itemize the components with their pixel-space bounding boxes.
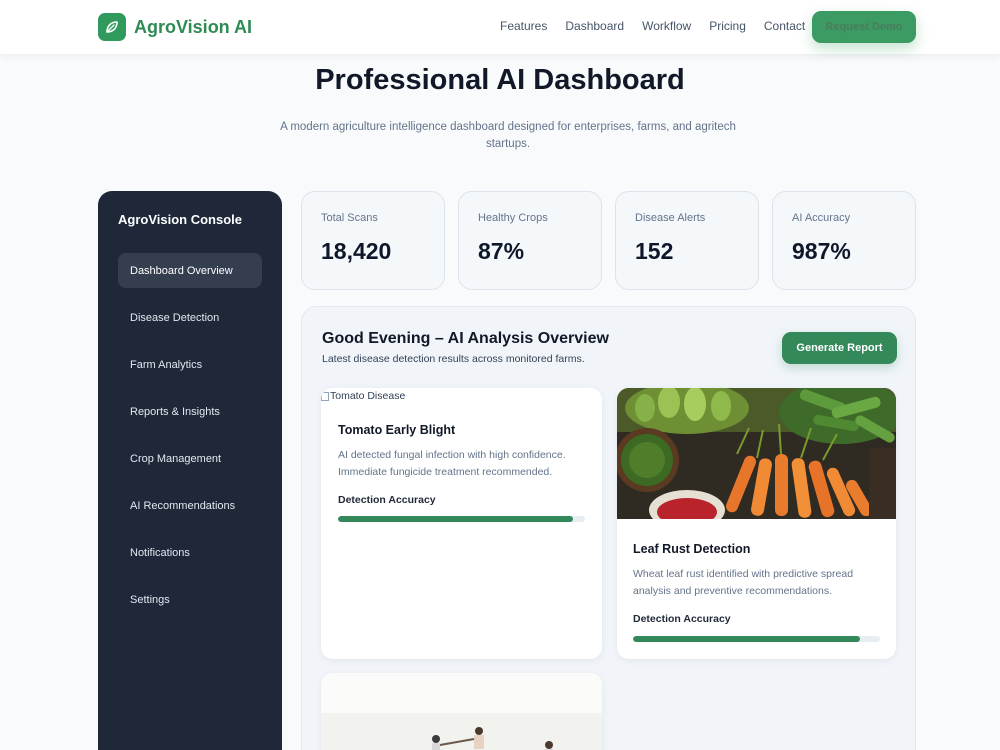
- accuracy-label: Detection Accuracy: [633, 613, 731, 625]
- broken-image-placeholder: Tomato Disease: [321, 390, 405, 402]
- stat-value: 152: [635, 238, 674, 264]
- nav-workflow[interactable]: Workflow: [642, 19, 691, 33]
- sidebar-item-crop-management[interactable]: Crop Management: [118, 441, 262, 476]
- stat-label: Disease Alerts: [635, 212, 706, 224]
- console-sidebar: AgroVision Console Dashboard Overview Di…: [98, 191, 282, 750]
- stat-value: 987%: [792, 238, 851, 264]
- sidebar-item-notifications[interactable]: Notifications: [118, 535, 262, 570]
- accuracy-bar: [338, 516, 585, 522]
- page-subtitle: A modern agriculture intelligence dashbo…: [280, 121, 736, 150]
- nav-features[interactable]: Features: [500, 19, 547, 33]
- accuracy-label: Detection Accuracy: [338, 494, 436, 506]
- accuracy-bar-fill: [338, 516, 573, 522]
- card-title: Tomato Early Blight: [338, 423, 456, 437]
- generate-report-button[interactable]: Generate Report: [782, 332, 897, 364]
- detection-card-leaf-rust[interactable]: Leaf Rust Detection Wheat leaf rust iden…: [617, 388, 896, 659]
- card-title: Leaf Rust Detection: [633, 542, 751, 556]
- stat-card-healthy-crops: Healthy Crops 87%: [458, 191, 602, 290]
- stat-card-ai-accuracy: AI Accuracy 987%: [772, 191, 916, 290]
- broken-image-icon: [321, 391, 329, 401]
- panel-title: Good Evening – AI Analysis Overview: [322, 330, 609, 347]
- stat-label: Healthy Crops: [478, 212, 548, 224]
- brand-logo[interactable]: AgroVision AI: [98, 12, 252, 42]
- sidebar-item-ai-recommendations[interactable]: AI Recommendations: [118, 488, 262, 523]
- card-description: AI detected fungal infection with high c…: [338, 449, 566, 478]
- sidebar-item-settings[interactable]: Settings: [118, 582, 262, 617]
- stat-label: AI Accuracy: [792, 212, 851, 224]
- analysis-overview-panel: Good Evening – AI Analysis Overview Late…: [301, 306, 916, 750]
- detection-card-tomato[interactable]: Tomato Disease Tomato Early Blight AI de…: [321, 388, 602, 659]
- leaf-icon: [98, 13, 126, 41]
- accuracy-bar: [633, 636, 880, 642]
- brand-name: AgroVision AI: [134, 16, 253, 37]
- stat-card-disease-alerts: Disease Alerts 152: [615, 191, 759, 290]
- card-description: Wheat leaf rust identified with predicti…: [633, 568, 854, 597]
- sidebar-item-farm-analytics[interactable]: Farm Analytics: [118, 347, 262, 382]
- nav-pricing[interactable]: Pricing: [709, 19, 746, 33]
- request-demo-button[interactable]: Request Demo: [812, 11, 916, 43]
- sidebar-title: AgroVision Console: [118, 212, 242, 227]
- vegetables-photo: [617, 388, 896, 519]
- nav-dashboard[interactable]: Dashboard: [565, 19, 624, 33]
- accuracy-bar-fill: [633, 636, 861, 642]
- stat-value: 87%: [478, 238, 525, 264]
- sidebar-item-reports-insights[interactable]: Reports & Insights: [118, 394, 262, 429]
- stat-value: 18,420: [321, 238, 392, 264]
- sidebar-item-disease-detection[interactable]: Disease Detection: [118, 300, 262, 335]
- image-alt-text: Tomato Disease: [330, 390, 406, 402]
- panel-subtitle: Latest disease detection results across …: [322, 353, 585, 365]
- nav-contact[interactable]: Contact: [764, 19, 805, 33]
- sidebar-menu: Dashboard Overview Disease Detection Far…: [118, 253, 262, 629]
- detection-card-field[interactable]: [321, 673, 602, 750]
- stat-card-total-scans: Total Scans 18,420: [301, 191, 445, 290]
- field-photo: [321, 673, 602, 750]
- top-navbar: AgroVision AI Features Dashboard Workflo…: [0, 0, 1000, 54]
- main-nav: Features Dashboard Workflow Pricing Cont…: [500, 19, 805, 33]
- sidebar-item-dashboard-overview[interactable]: Dashboard Overview: [118, 253, 262, 288]
- page-title: Professional AI Dashboard: [315, 64, 685, 96]
- stat-label: Total Scans: [321, 212, 378, 224]
